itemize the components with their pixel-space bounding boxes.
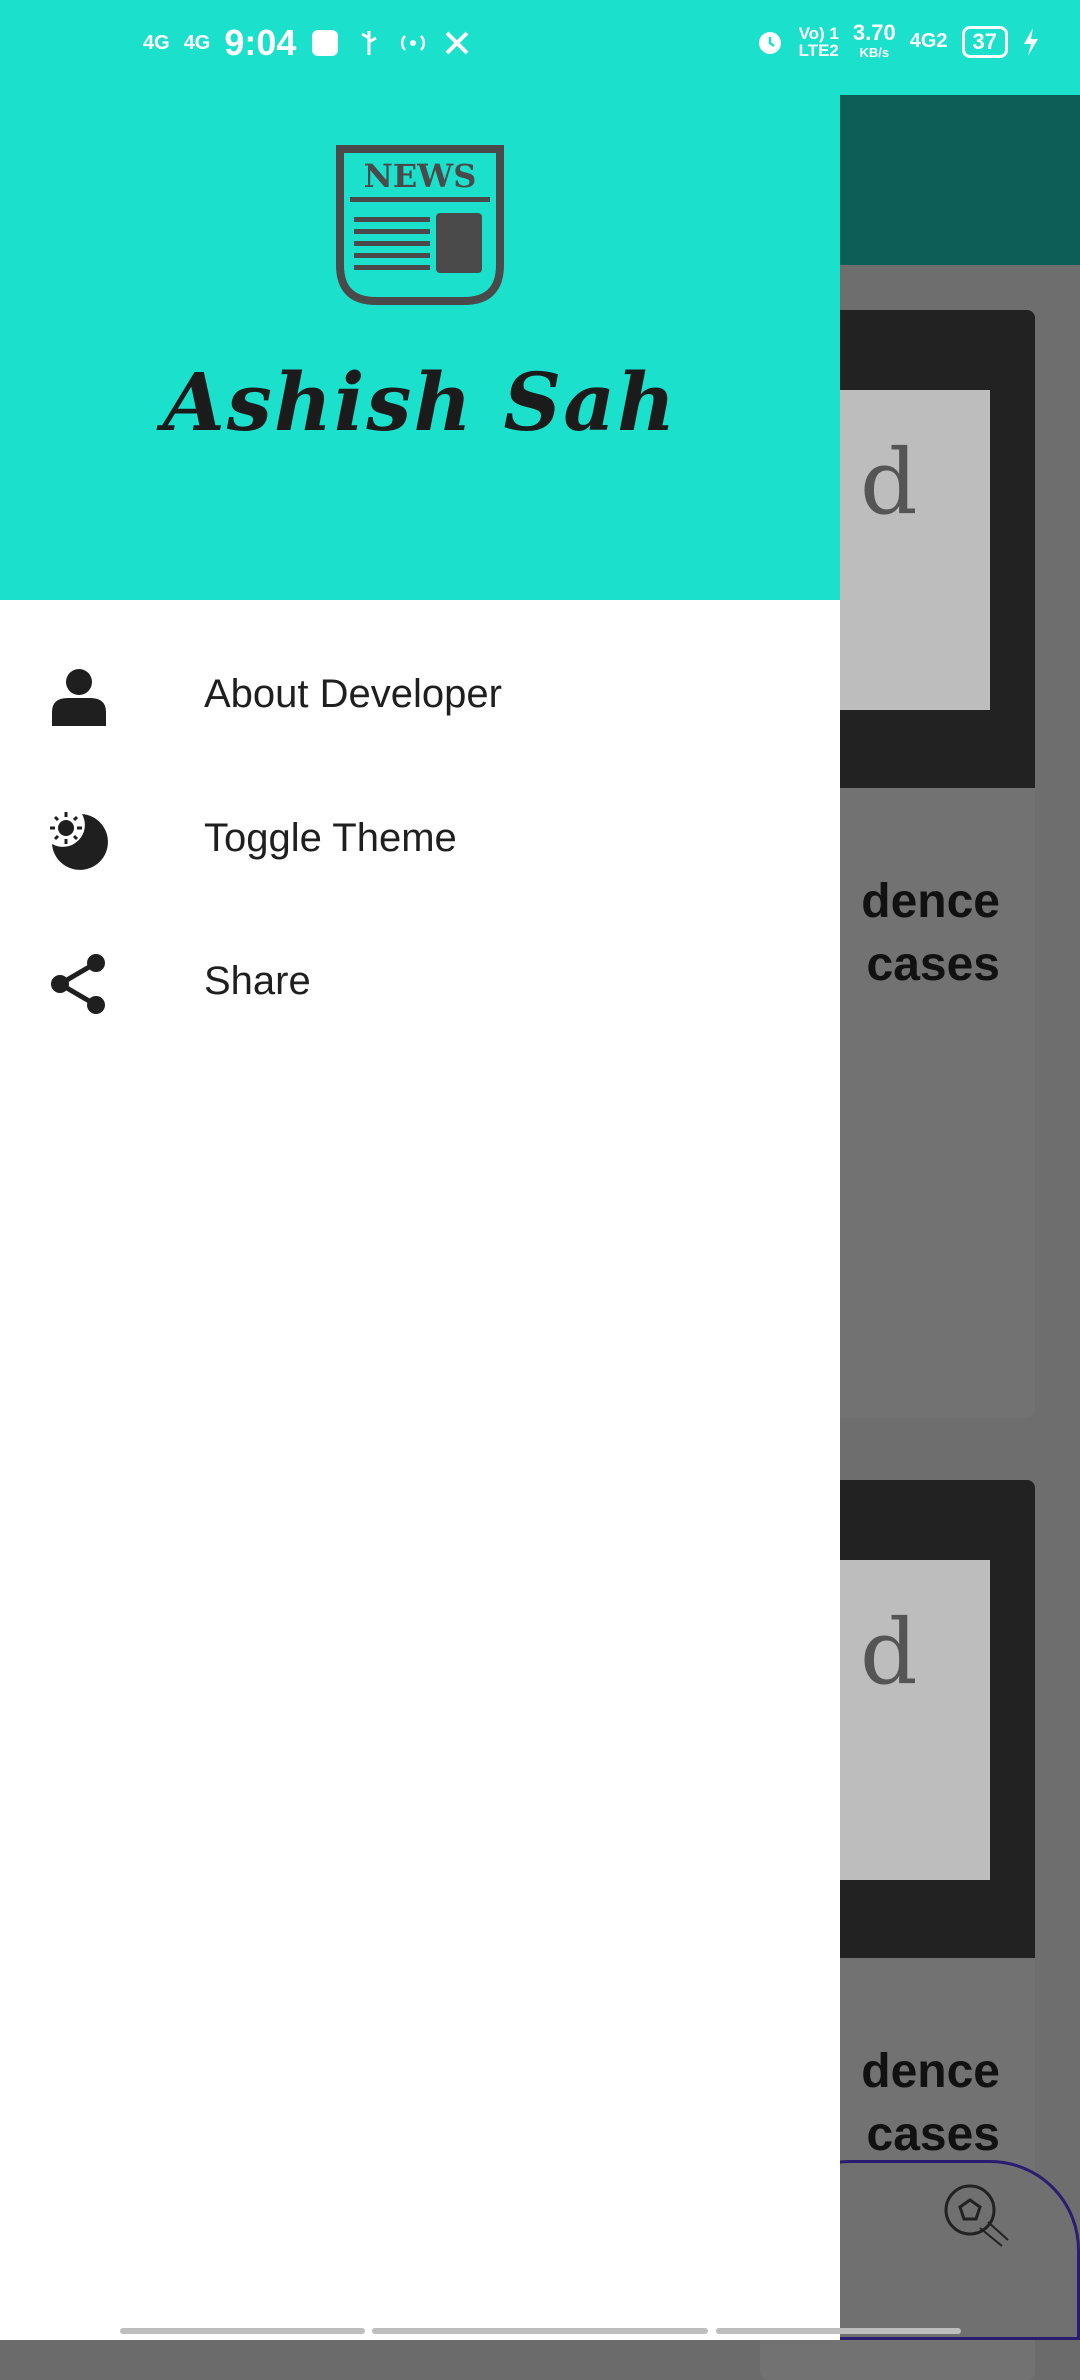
network-speed: 3.70 KB/s bbox=[852, 20, 896, 61]
signal-1: 4G bbox=[143, 32, 170, 54]
gesture-bar bbox=[372, 2328, 708, 2334]
usb-icon bbox=[361, 31, 378, 55]
alarm-icon bbox=[758, 31, 781, 54]
menu-item-toggle-theme[interactable]: Toggle Theme bbox=[0, 772, 840, 912]
navigation-drawer: NEWS Ashish Sah About Developer Toggle T… bbox=[0, 0, 840, 2340]
share-icon bbox=[51, 954, 105, 1014]
battery-indicator: 37 bbox=[961, 25, 1008, 58]
person-icon bbox=[52, 669, 106, 726]
menu-item-label: Share bbox=[204, 959, 311, 1003]
status-bar: 4G 4G 9:04 Vo) 1 LTE2 3.70 KB/s 4G2 37 bbox=[0, 0, 1080, 95]
gesture-bar bbox=[716, 2328, 961, 2334]
network-type: 4G2 bbox=[909, 30, 948, 52]
menu-item-label: About Developer bbox=[204, 672, 502, 716]
volte-indicator: Vo) 1 LTE2 bbox=[798, 23, 839, 60]
menu-item-label: Toggle Theme bbox=[204, 816, 457, 860]
tools-icon bbox=[446, 31, 469, 55]
menu-item-share[interactable]: Share bbox=[0, 915, 840, 1055]
developer-name: Ashish Sah bbox=[162, 355, 678, 449]
newspaper-logo-icon: NEWS bbox=[336, 145, 504, 305]
gesture-bar bbox=[120, 2328, 365, 2334]
signal-2: 4G bbox=[183, 32, 211, 54]
menu-item-about-developer[interactable]: About Developer bbox=[0, 628, 840, 768]
clock: 9:04 bbox=[224, 22, 297, 63]
logo-text: NEWS bbox=[364, 157, 477, 195]
theme-icon bbox=[50, 812, 108, 870]
charging-icon bbox=[1024, 27, 1038, 56]
notification-icon bbox=[312, 30, 339, 56]
football-icon[interactable] bbox=[940, 2180, 1010, 2250]
hotspot-icon bbox=[401, 35, 426, 51]
